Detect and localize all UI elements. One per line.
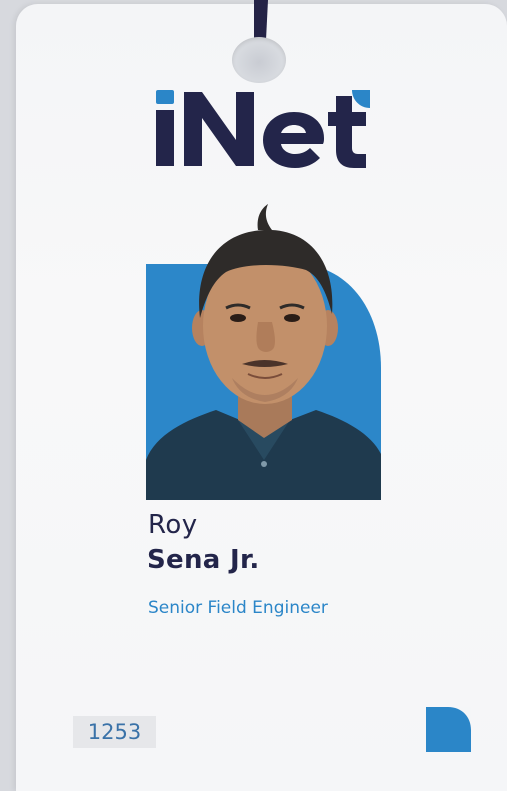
- lanyard-slot: [232, 37, 286, 83]
- employee-first-name: Roy: [148, 510, 198, 540]
- inet-logo: [156, 90, 370, 168]
- employee-last-name: Sena Jr.: [147, 545, 260, 575]
- employee-id-number: 1253: [73, 716, 156, 748]
- employee-photo: [146, 198, 381, 500]
- brand-corner-icon: [426, 707, 471, 752]
- employee-job-title: Senior Field Engineer: [148, 598, 328, 618]
